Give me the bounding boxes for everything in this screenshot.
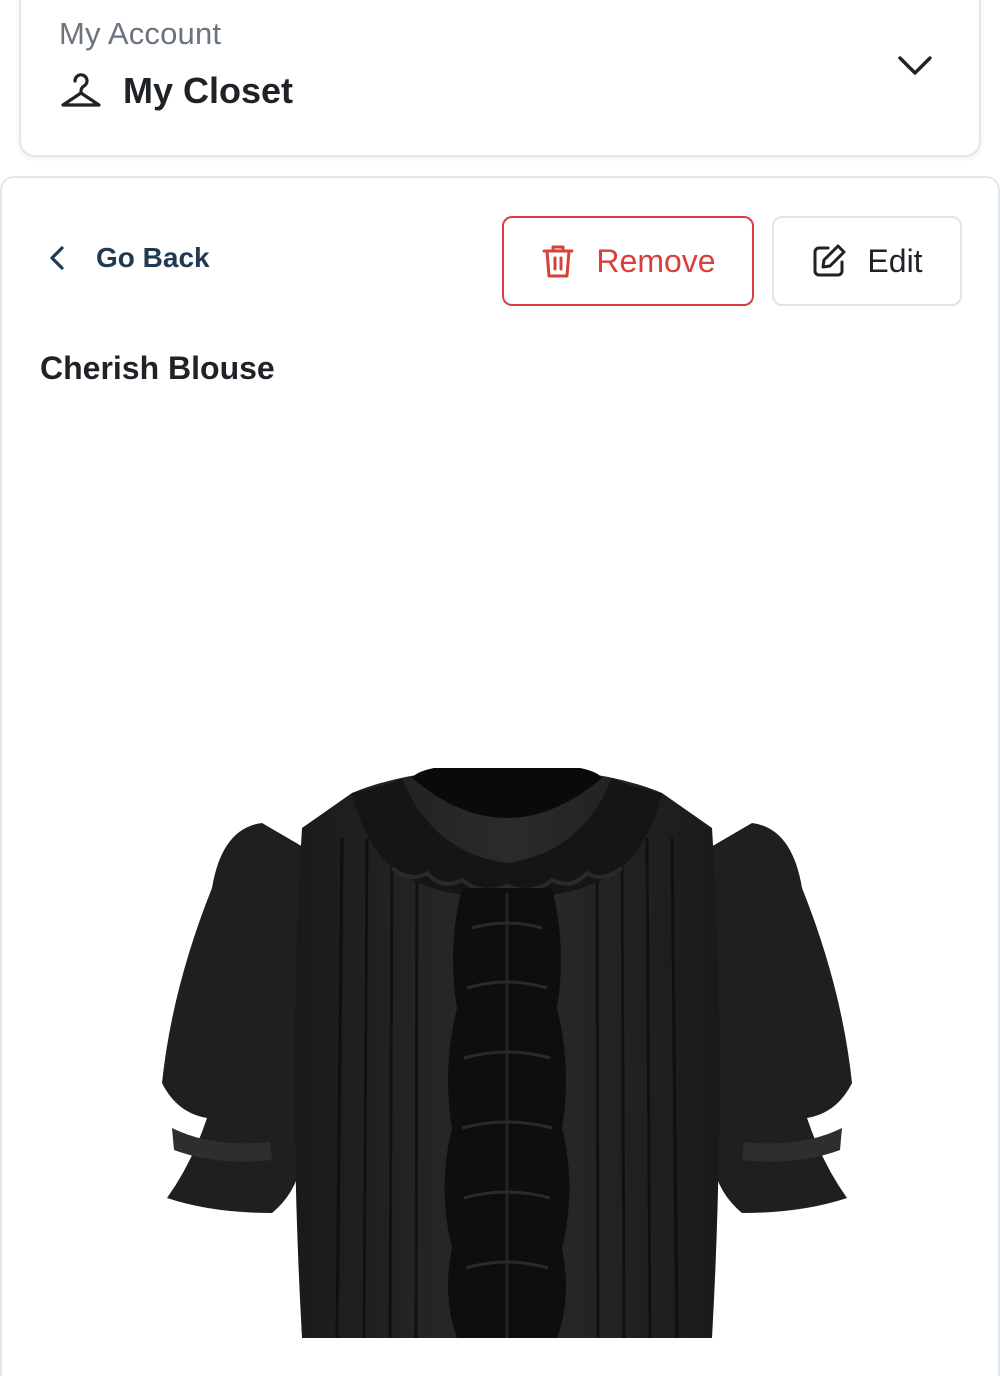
- item-detail-panel: Go Back Remove Edit Cherish Blouse: [0, 176, 1000, 1376]
- current-section-label: My Closet: [123, 70, 294, 111]
- edit-button-label: Edit: [867, 242, 923, 279]
- edit-button[interactable]: Edit: [772, 216, 962, 306]
- account-selector[interactable]: My Account My Closet: [19, 0, 981, 157]
- go-back-label: Go Back: [96, 242, 210, 273]
- trash-icon: [540, 243, 576, 279]
- remove-button-label: Remove: [596, 242, 716, 279]
- item-title: Cherish Blouse: [40, 350, 275, 386]
- account-label: My Account: [59, 16, 222, 51]
- chevron-down-icon[interactable]: [897, 54, 933, 78]
- current-section[interactable]: My Closet: [59, 70, 293, 112]
- chevron-left-icon: [46, 244, 70, 272]
- product-image: [162, 768, 852, 1338]
- go-back-button[interactable]: Go Back: [46, 242, 210, 274]
- edit-icon: [811, 243, 847, 279]
- remove-button[interactable]: Remove: [502, 216, 754, 306]
- hanger-icon: [59, 71, 103, 111]
